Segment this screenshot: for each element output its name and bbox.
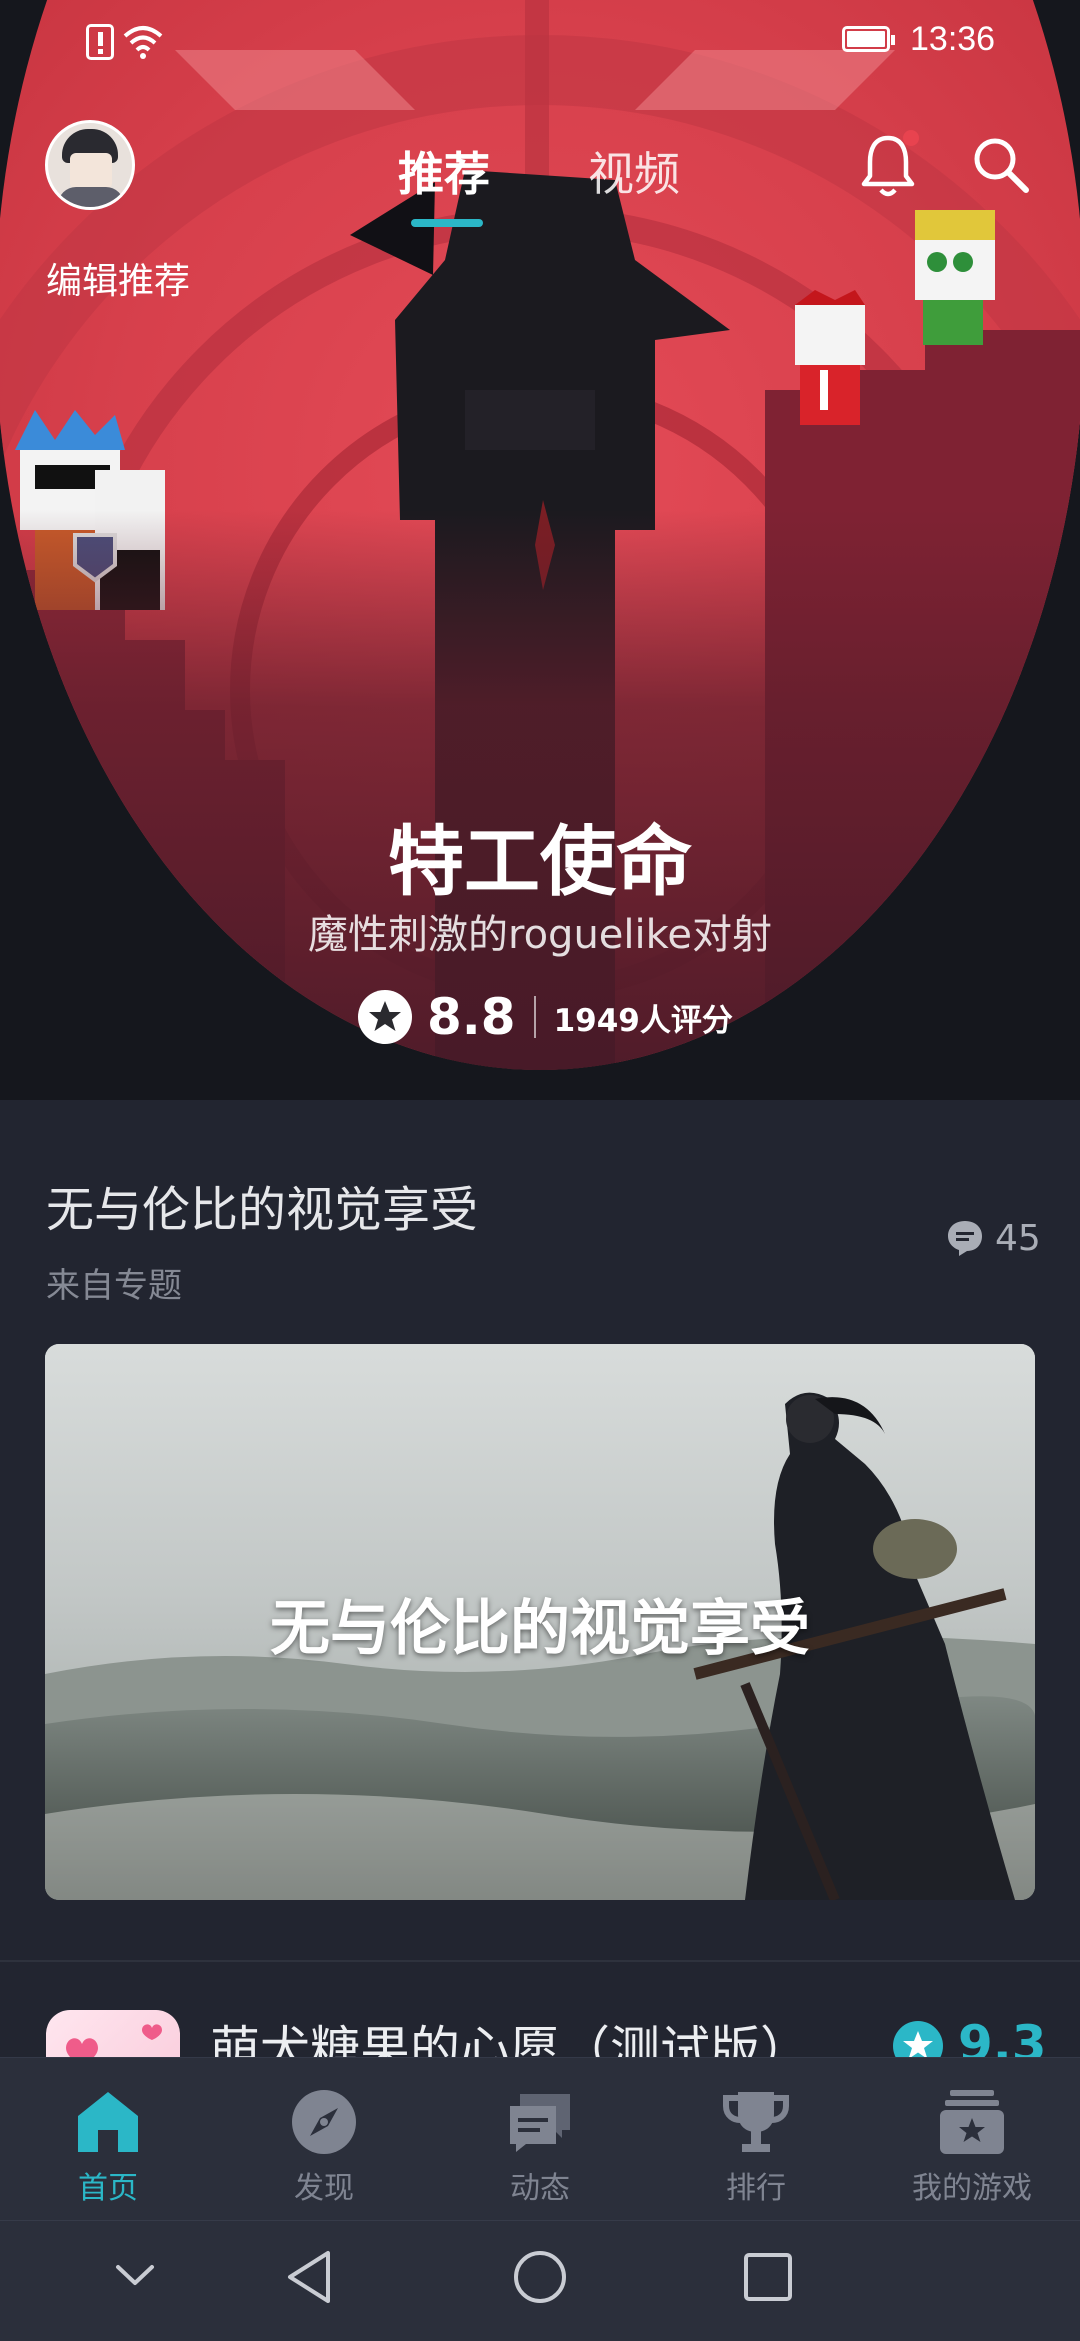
trophy-icon: [723, 2092, 789, 2152]
nav-ranking[interactable]: 排行: [648, 2058, 864, 2221]
tab-video[interactable]: 视频: [588, 138, 680, 204]
rating-score: 8.8: [427, 988, 516, 1046]
rating-row: 8.8 1949人评分: [357, 985, 733, 1049]
alert-icon: [86, 24, 114, 60]
section-source: 来自专题: [46, 1266, 182, 1306]
wifi-icon: [123, 26, 163, 59]
game-library-icon: [940, 2090, 1004, 2154]
feature-banner[interactable]: 无与伦比的视觉享受: [45, 1344, 1035, 1900]
rating-divider: [533, 996, 536, 1038]
nav-feed-label: 动态: [510, 2171, 570, 2206]
section-title[interactable]: 无与伦比的视觉享受: [46, 1170, 478, 1240]
compass-icon: [292, 2090, 356, 2154]
tab-active-indicator: [411, 219, 483, 227]
home-icon: [78, 2092, 138, 2152]
edit-recommend-label[interactable]: 编辑推荐: [46, 252, 190, 304]
status-time: 13:36: [910, 20, 996, 58]
home-circle-icon[interactable]: [510, 2247, 570, 2307]
nav-ranking-label: 排行: [726, 2171, 786, 2206]
comment-icon: [948, 1221, 982, 1256]
tab-recommend[interactable]: 推荐: [398, 138, 490, 204]
comment-count[interactable]: 45: [995, 1218, 1041, 1259]
nav-home[interactable]: 首页: [0, 2058, 216, 2221]
nav-my-games[interactable]: 我的游戏: [864, 2058, 1080, 2221]
game-subtitle: 魔性刺激的roguelike对射: [308, 912, 772, 958]
search-icon[interactable]: [970, 134, 1032, 196]
chat-icon: [510, 2094, 570, 2152]
nav-my-games-label: 我的游戏: [912, 2171, 1032, 2206]
section-divider: [0, 1960, 1080, 1962]
nav-discover-label: 发现: [294, 2171, 354, 2206]
recents-icon[interactable]: [740, 2249, 796, 2305]
chevron-down-icon[interactable]: [112, 2259, 158, 2289]
banner-caption: 无与伦比的视觉享受: [270, 1594, 810, 1664]
avatar[interactable]: [45, 120, 135, 210]
battery-icon: [842, 26, 895, 52]
nav-feed[interactable]: 动态: [432, 2058, 648, 2221]
notification-bell-icon[interactable]: [856, 130, 920, 200]
notification-dot: [903, 130, 919, 146]
back-icon[interactable]: [282, 2247, 338, 2307]
system-navigation-bar: [0, 2220, 1080, 2341]
nav-discover[interactable]: 发现: [216, 2058, 432, 2221]
star-rating-icon: [358, 990, 412, 1044]
nav-home-label: 首页: [78, 2171, 138, 2206]
game-title[interactable]: 特工使命: [0, 800, 1080, 910]
rating-count: 1949人评分: [553, 1002, 733, 1039]
bottom-navigation: 首页 发现 动态 排行 我的游戏: [0, 2057, 1080, 2221]
